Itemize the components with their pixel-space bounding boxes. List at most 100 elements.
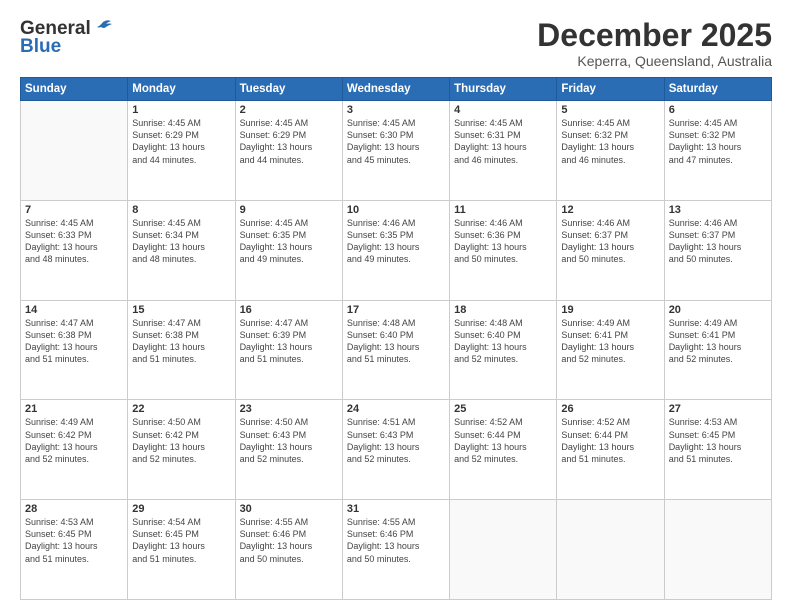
- day-number: 2: [240, 104, 338, 116]
- calendar-week-row: 1Sunrise: 4:45 AMSunset: 6:29 PMDaylight…: [21, 101, 772, 201]
- day-number: 4: [454, 104, 552, 116]
- day-number: 10: [347, 204, 445, 216]
- table-row: 29Sunrise: 4:54 AMSunset: 6:45 PMDayligh…: [128, 500, 235, 600]
- col-friday: Friday: [557, 78, 664, 101]
- table-row: 26Sunrise: 4:52 AMSunset: 6:44 PMDayligh…: [557, 400, 664, 500]
- calendar-table: Sunday Monday Tuesday Wednesday Thursday…: [20, 77, 772, 600]
- logo-blue: Blue: [20, 36, 61, 58]
- calendar-week-row: 21Sunrise: 4:49 AMSunset: 6:42 PMDayligh…: [21, 400, 772, 500]
- table-row: 13Sunrise: 4:46 AMSunset: 6:37 PMDayligh…: [664, 200, 771, 300]
- table-row: 16Sunrise: 4:47 AMSunset: 6:39 PMDayligh…: [235, 300, 342, 400]
- col-wednesday: Wednesday: [342, 78, 449, 101]
- day-number: 20: [669, 304, 767, 316]
- day-info: Sunrise: 4:45 AMSunset: 6:30 PMDaylight:…: [347, 117, 445, 166]
- day-number: 25: [454, 403, 552, 415]
- day-number: 28: [25, 503, 123, 515]
- table-row: 4Sunrise: 4:45 AMSunset: 6:31 PMDaylight…: [450, 101, 557, 201]
- table-row: 9Sunrise: 4:45 AMSunset: 6:35 PMDaylight…: [235, 200, 342, 300]
- col-thursday: Thursday: [450, 78, 557, 101]
- day-info: Sunrise: 4:45 AMSunset: 6:32 PMDaylight:…: [669, 117, 767, 166]
- table-row: 5Sunrise: 4:45 AMSunset: 6:32 PMDaylight…: [557, 101, 664, 201]
- day-number: 9: [240, 204, 338, 216]
- col-tuesday: Tuesday: [235, 78, 342, 101]
- day-number: 12: [561, 204, 659, 216]
- day-info: Sunrise: 4:45 AMSunset: 6:33 PMDaylight:…: [25, 217, 123, 266]
- day-number: 26: [561, 403, 659, 415]
- day-number: 17: [347, 304, 445, 316]
- day-number: 21: [25, 403, 123, 415]
- logo-bird-icon: [93, 19, 113, 35]
- day-info: Sunrise: 4:47 AMSunset: 6:38 PMDaylight:…: [25, 317, 123, 366]
- table-row: [21, 101, 128, 201]
- table-row: 3Sunrise: 4:45 AMSunset: 6:30 PMDaylight…: [342, 101, 449, 201]
- day-number: 14: [25, 304, 123, 316]
- table-row: 18Sunrise: 4:48 AMSunset: 6:40 PMDayligh…: [450, 300, 557, 400]
- day-number: 27: [669, 403, 767, 415]
- day-number: 29: [132, 503, 230, 515]
- day-number: 16: [240, 304, 338, 316]
- location-subtitle: Keperra, Queensland, Australia: [537, 53, 772, 69]
- day-number: 1: [132, 104, 230, 116]
- table-row: [557, 500, 664, 600]
- day-info: Sunrise: 4:48 AMSunset: 6:40 PMDaylight:…: [347, 317, 445, 366]
- day-info: Sunrise: 4:45 AMSunset: 6:29 PMDaylight:…: [240, 117, 338, 166]
- table-row: 28Sunrise: 4:53 AMSunset: 6:45 PMDayligh…: [21, 500, 128, 600]
- day-number: 18: [454, 304, 552, 316]
- table-row: 8Sunrise: 4:45 AMSunset: 6:34 PMDaylight…: [128, 200, 235, 300]
- calendar-week-row: 28Sunrise: 4:53 AMSunset: 6:45 PMDayligh…: [21, 500, 772, 600]
- calendar-week-row: 7Sunrise: 4:45 AMSunset: 6:33 PMDaylight…: [21, 200, 772, 300]
- day-number: 31: [347, 503, 445, 515]
- table-row: 19Sunrise: 4:49 AMSunset: 6:41 PMDayligh…: [557, 300, 664, 400]
- day-info: Sunrise: 4:45 AMSunset: 6:35 PMDaylight:…: [240, 217, 338, 266]
- day-number: 8: [132, 204, 230, 216]
- table-row: 15Sunrise: 4:47 AMSunset: 6:38 PMDayligh…: [128, 300, 235, 400]
- day-info: Sunrise: 4:54 AMSunset: 6:45 PMDaylight:…: [132, 516, 230, 565]
- day-info: Sunrise: 4:52 AMSunset: 6:44 PMDaylight:…: [454, 416, 552, 465]
- day-info: Sunrise: 4:46 AMSunset: 6:37 PMDaylight:…: [669, 217, 767, 266]
- day-info: Sunrise: 4:47 AMSunset: 6:39 PMDaylight:…: [240, 317, 338, 366]
- day-number: 6: [669, 104, 767, 116]
- day-info: Sunrise: 4:46 AMSunset: 6:36 PMDaylight:…: [454, 217, 552, 266]
- col-monday: Monday: [128, 78, 235, 101]
- day-info: Sunrise: 4:45 AMSunset: 6:34 PMDaylight:…: [132, 217, 230, 266]
- day-number: 24: [347, 403, 445, 415]
- day-info: Sunrise: 4:49 AMSunset: 6:42 PMDaylight:…: [25, 416, 123, 465]
- table-row: 14Sunrise: 4:47 AMSunset: 6:38 PMDayligh…: [21, 300, 128, 400]
- day-number: 3: [347, 104, 445, 116]
- day-info: Sunrise: 4:50 AMSunset: 6:42 PMDaylight:…: [132, 416, 230, 465]
- col-sunday: Sunday: [21, 78, 128, 101]
- table-row: 27Sunrise: 4:53 AMSunset: 6:45 PMDayligh…: [664, 400, 771, 500]
- table-row: 10Sunrise: 4:46 AMSunset: 6:35 PMDayligh…: [342, 200, 449, 300]
- logo: General Blue: [20, 18, 113, 58]
- table-row: 7Sunrise: 4:45 AMSunset: 6:33 PMDaylight…: [21, 200, 128, 300]
- table-row: 30Sunrise: 4:55 AMSunset: 6:46 PMDayligh…: [235, 500, 342, 600]
- table-row: 1Sunrise: 4:45 AMSunset: 6:29 PMDaylight…: [128, 101, 235, 201]
- day-info: Sunrise: 4:52 AMSunset: 6:44 PMDaylight:…: [561, 416, 659, 465]
- table-row: 11Sunrise: 4:46 AMSunset: 6:36 PMDayligh…: [450, 200, 557, 300]
- table-row: 17Sunrise: 4:48 AMSunset: 6:40 PMDayligh…: [342, 300, 449, 400]
- calendar-week-row: 14Sunrise: 4:47 AMSunset: 6:38 PMDayligh…: [21, 300, 772, 400]
- day-number: 5: [561, 104, 659, 116]
- month-title: December 2025: [537, 18, 772, 53]
- day-info: Sunrise: 4:49 AMSunset: 6:41 PMDaylight:…: [669, 317, 767, 366]
- day-number: 22: [132, 403, 230, 415]
- day-info: Sunrise: 4:49 AMSunset: 6:41 PMDaylight:…: [561, 317, 659, 366]
- calendar-header-row: Sunday Monday Tuesday Wednesday Thursday…: [21, 78, 772, 101]
- table-row: [450, 500, 557, 600]
- header: General Blue December 2025 Keperra, Quee…: [20, 18, 772, 69]
- day-number: 13: [669, 204, 767, 216]
- day-number: 19: [561, 304, 659, 316]
- title-area: December 2025 Keperra, Queensland, Austr…: [537, 18, 772, 69]
- day-info: Sunrise: 4:55 AMSunset: 6:46 PMDaylight:…: [347, 516, 445, 565]
- day-number: 30: [240, 503, 338, 515]
- table-row: 12Sunrise: 4:46 AMSunset: 6:37 PMDayligh…: [557, 200, 664, 300]
- table-row: 31Sunrise: 4:55 AMSunset: 6:46 PMDayligh…: [342, 500, 449, 600]
- table-row: 6Sunrise: 4:45 AMSunset: 6:32 PMDaylight…: [664, 101, 771, 201]
- day-info: Sunrise: 4:45 AMSunset: 6:29 PMDaylight:…: [132, 117, 230, 166]
- day-number: 7: [25, 204, 123, 216]
- day-info: Sunrise: 4:50 AMSunset: 6:43 PMDaylight:…: [240, 416, 338, 465]
- col-saturday: Saturday: [664, 78, 771, 101]
- table-row: 23Sunrise: 4:50 AMSunset: 6:43 PMDayligh…: [235, 400, 342, 500]
- table-row: 21Sunrise: 4:49 AMSunset: 6:42 PMDayligh…: [21, 400, 128, 500]
- day-info: Sunrise: 4:53 AMSunset: 6:45 PMDaylight:…: [669, 416, 767, 465]
